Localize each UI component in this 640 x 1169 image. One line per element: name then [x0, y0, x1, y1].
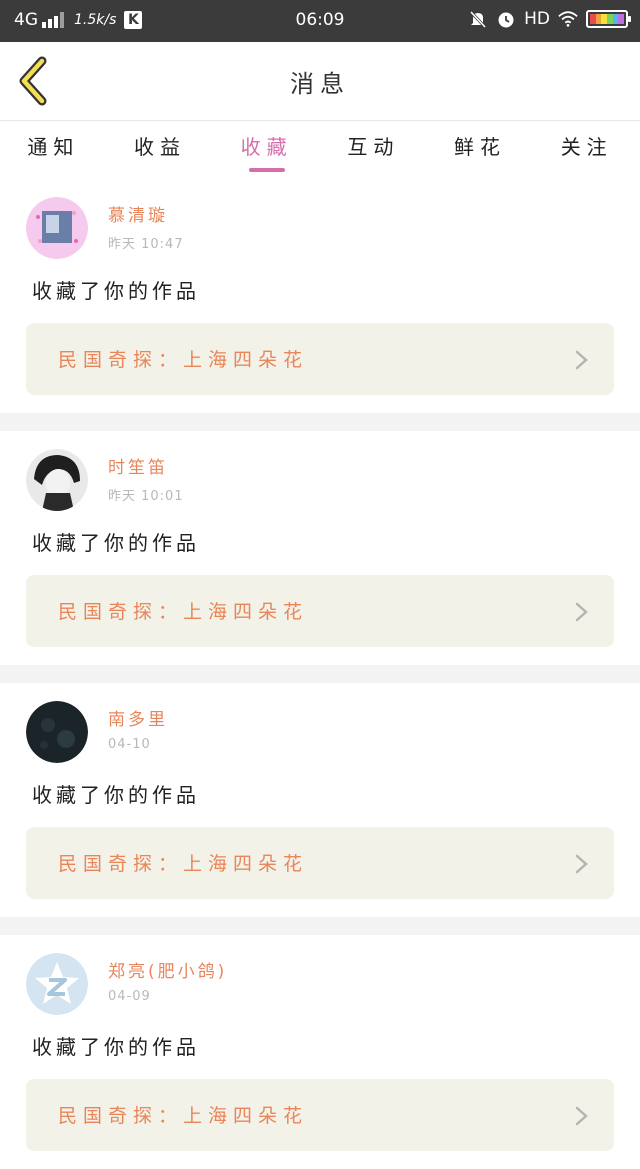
work-title: 民国奇探：上海四朵花 [58, 349, 309, 371]
tab-favorites[interactable]: 收藏 [213, 121, 320, 179]
status-bar: 4G 1.5k/s K 06:09 HD [0, 0, 640, 42]
tab-notifications[interactable]: 通知 [0, 121, 107, 179]
avatar[interactable] [26, 197, 88, 259]
message-time: 04-10 [108, 737, 151, 752]
user-name[interactable]: 郑亮(肥小鸽) [108, 957, 227, 982]
avatar[interactable] [26, 953, 88, 1015]
tab-label: 收益 [134, 135, 186, 159]
message-item: 郑亮(肥小鸽) 04-09 收藏了你的作品 民国奇探：上海四朵花 [0, 935, 640, 1169]
message-time: 昨天 10:01 [108, 489, 184, 504]
battery-icon [586, 10, 631, 28]
tab-label: 鲜花 [454, 135, 507, 159]
message-item: 慕清璇 昨天 10:47 收藏了你的作品 民国奇探：上海四朵花 [0, 179, 640, 413]
user-name[interactable]: 慕清璇 [108, 201, 168, 226]
work-title: 民国奇探：上海四朵花 [58, 1105, 309, 1127]
tab-earnings[interactable]: 收益 [107, 121, 214, 179]
work-title: 民国奇探：上海四朵花 [58, 601, 309, 623]
tab-flowers[interactable]: 鲜花 [427, 121, 534, 179]
message-action: 收藏了你的作品 [32, 1035, 200, 1059]
chevron-right-icon [575, 602, 588, 622]
message-action: 收藏了你的作品 [32, 783, 200, 807]
header: 消息 [0, 42, 640, 120]
work-card[interactable]: 民国奇探：上海四朵花 [26, 827, 614, 899]
message-action: 收藏了你的作品 [32, 531, 200, 555]
message-time: 04-09 [108, 989, 151, 1004]
page-title: 消息 [290, 70, 350, 98]
chevron-right-icon [575, 350, 588, 370]
message-action: 收藏了你的作品 [32, 279, 200, 303]
tab-label: 收藏 [240, 135, 293, 159]
tab-interactions[interactable]: 互动 [320, 121, 427, 179]
message-list: 慕清璇 昨天 10:47 收藏了你的作品 民国奇探：上海四朵花 时笙笛 昨天 1… [0, 179, 640, 1169]
work-card[interactable]: 民国奇探：上海四朵花 [26, 323, 614, 395]
tab-label: 通知 [27, 135, 80, 159]
user-name[interactable]: 时笙笛 [108, 453, 168, 478]
tab-active-indicator [248, 168, 285, 172]
tab-label: 关注 [560, 135, 613, 159]
avatar[interactable] [26, 449, 88, 511]
alarm-icon [496, 9, 516, 29]
chevron-right-icon [575, 1106, 588, 1126]
work-title: 民国奇探：上海四朵花 [58, 853, 309, 875]
message-item: 时笙笛 昨天 10:01 收藏了你的作品 民国奇探：上海四朵花 [0, 431, 640, 665]
message-time: 昨天 10:47 [108, 237, 184, 252]
avatar[interactable] [26, 701, 88, 763]
wifi-icon [558, 9, 578, 29]
status-right: HD [468, 9, 631, 29]
tab-bar: 通知 收益 收藏 互动 鲜花 关注 [0, 121, 640, 179]
tab-follows[interactable]: 关注 [533, 121, 640, 179]
mute-bell-icon [468, 9, 488, 29]
user-name[interactable]: 南多里 [108, 705, 168, 730]
hd-indicator: HD [524, 9, 550, 29]
message-item: 南多里 04-10 收藏了你的作品 民国奇探：上海四朵花 [0, 683, 640, 917]
section-divider [0, 413, 640, 431]
work-card[interactable]: 民国奇探：上海四朵花 [26, 1079, 614, 1151]
chevron-right-icon [575, 854, 588, 874]
section-divider [0, 917, 640, 935]
work-card[interactable]: 民国奇探：上海四朵花 [26, 575, 614, 647]
section-divider [0, 665, 640, 683]
tab-label: 互动 [347, 135, 400, 159]
